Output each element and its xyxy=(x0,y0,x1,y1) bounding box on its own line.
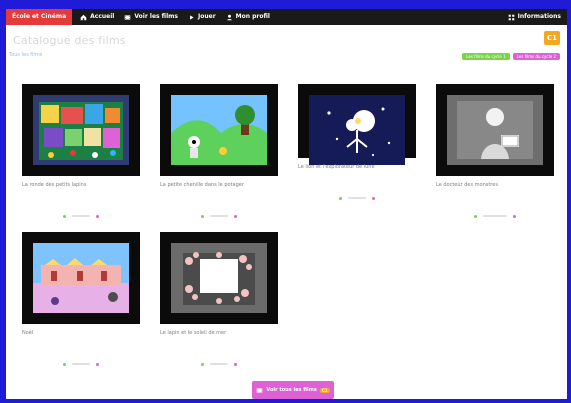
film-still-flowers xyxy=(171,243,267,313)
pink-dot-icon xyxy=(96,362,99,366)
cycle-filter-buttons: Les films du cycle 1 Les films du cycle … xyxy=(462,53,560,60)
film-title[interactable]: Le lapin et le soleil de mer xyxy=(160,330,226,336)
green-dot-icon xyxy=(63,214,66,218)
rating-bar xyxy=(72,363,90,365)
green-dot-icon xyxy=(474,214,477,218)
film-title[interactable]: Le lion et l'explorateur de lune xyxy=(298,164,375,170)
film-title[interactable]: La ronde des petits lapins xyxy=(22,182,86,188)
all-films-link[interactable]: Tous les films xyxy=(9,52,42,58)
film-actions xyxy=(22,212,140,220)
pink-dot-icon xyxy=(234,214,237,218)
film-title[interactable]: La petite chenille dans le potager xyxy=(160,182,244,188)
rating-bar xyxy=(483,215,507,217)
page-title: Catalogue des films xyxy=(13,34,126,47)
film-actions xyxy=(160,360,278,368)
cycle-button[interactable]: C1 xyxy=(544,31,560,45)
see-all-films-button[interactable]: Voir tous les films C1 xyxy=(252,381,334,399)
nav-label: Jouer xyxy=(198,13,216,20)
cycle-badge: C1 xyxy=(319,387,330,393)
film-still-collage xyxy=(33,95,129,165)
film-actions xyxy=(298,194,416,202)
film-thumbnail[interactable] xyxy=(160,84,278,176)
film-still-garden xyxy=(171,95,267,165)
see-all-films-label: Voir tous les films xyxy=(266,387,317,393)
film-thumbnail[interactable] xyxy=(22,84,140,176)
pink-dot-icon xyxy=(96,214,99,218)
home-icon xyxy=(80,14,87,20)
pink-dot-icon xyxy=(234,362,237,366)
info-menu[interactable]: Informations xyxy=(508,9,561,25)
rating-bar xyxy=(72,215,90,217)
pink-dot-icon xyxy=(513,214,516,218)
nav-item-profile[interactable]: Mon profil xyxy=(226,9,270,25)
film-thumbnail[interactable] xyxy=(160,232,278,324)
film-actions xyxy=(436,212,554,220)
nav-label: Mon profil xyxy=(235,13,270,20)
rating-bar xyxy=(210,363,228,365)
info-label: Informations xyxy=(517,13,561,20)
green-dot-icon xyxy=(201,214,204,218)
green-dot-icon xyxy=(339,196,342,200)
film-title[interactable]: Le docteur des monstres xyxy=(436,182,498,188)
film-still-bw xyxy=(447,95,543,165)
nav-label: Accueil xyxy=(90,13,115,20)
brand-logo[interactable]: École et Cinéma xyxy=(6,9,73,25)
pink-dot-icon xyxy=(372,196,375,200)
film-actions xyxy=(22,360,140,368)
nav-item-play[interactable]: Jouer xyxy=(188,9,216,25)
film-thumbnail[interactable] xyxy=(436,84,554,176)
play-icon xyxy=(190,14,194,20)
primary-nav: Accueil Voir les films Jouer Mon profil xyxy=(80,9,270,25)
rating-bar xyxy=(348,197,366,199)
film-still-space xyxy=(309,95,405,165)
film-actions xyxy=(160,212,278,220)
cycle2-filter-button[interactable]: Les films du cycle 2 xyxy=(512,53,560,60)
green-dot-icon xyxy=(201,362,204,366)
page: École et Cinéma Accueil Voir les films J… xyxy=(6,9,567,399)
nav-item-home[interactable]: Accueil xyxy=(80,9,114,25)
user-icon xyxy=(226,14,232,20)
page-header: Catalogue des films C1 Les films du cycl… xyxy=(13,31,560,60)
screen-frame: École et Cinéma Accueil Voir les films J… xyxy=(0,0,571,403)
nav-label: Voir les films xyxy=(134,13,178,20)
grid-icon xyxy=(508,14,514,20)
film-thumbnail[interactable] xyxy=(22,232,140,324)
rating-bar xyxy=(210,215,228,217)
film-still-village xyxy=(33,243,129,313)
film-icon xyxy=(125,14,131,20)
nav-item-films[interactable]: Voir les films xyxy=(124,9,178,25)
film-icon xyxy=(257,387,263,393)
cycle1-filter-button[interactable]: Les films du cycle 1 xyxy=(462,53,510,60)
top-navigation-bar: École et Cinéma Accueil Voir les films J… xyxy=(6,9,567,25)
green-dot-icon xyxy=(63,362,66,366)
film-thumbnail[interactable] xyxy=(298,84,416,165)
film-title[interactable]: Noël xyxy=(22,330,33,336)
